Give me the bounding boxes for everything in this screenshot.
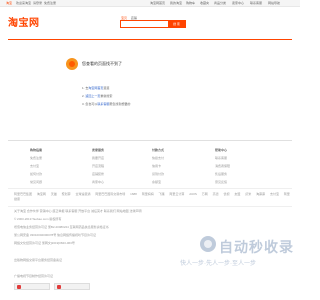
column-link[interactable]: 联系客服 <box>215 154 230 162</box>
watermark-title: 自动秒收录 <box>219 239 294 255</box>
column-link[interactable]: 我要开店 <box>92 154 104 162</box>
topnav-seller[interactable]: 卖家中心 <box>232 1 244 5</box>
partner-link[interactable]: 天猫 <box>51 192 57 196</box>
column-heading: 付款方式 <box>152 148 165 152</box>
partner-link[interactable]: 阿里巴巴国际交易市场 <box>95 192 125 196</box>
login-link[interactable]: 请登录 <box>33 1 42 5</box>
partner-link[interactable]: 万网 <box>202 192 208 196</box>
watermark-subtitle: 快人一步·先人一步·至人一步 <box>180 261 256 267</box>
topnav-mytaobao[interactable]: 我的淘宝 <box>170 1 182 5</box>
column-heading: 卖家服务 <box>92 148 105 152</box>
topnav-service[interactable]: 联系客服 <box>250 1 262 5</box>
search-box: 搜 索 <box>120 20 186 28</box>
legal-line: 广播电视节目制作经营许可证 <box>14 274 54 278</box>
partner-link[interactable]: 支付宝 <box>270 192 279 196</box>
topnav-home[interactable]: 淘宝网首页 <box>150 1 165 5</box>
topnav-sitemap[interactable]: 网站导航 <box>268 1 280 5</box>
column-link[interactable]: 免费注册 <box>30 154 42 162</box>
partner-link[interactable]: 全球速卖通 <box>75 192 90 196</box>
partner-link[interactable]: 高德 <box>213 192 219 196</box>
partner-link[interactable]: 阿里妈妈 <box>142 192 154 196</box>
partner-link[interactable]: 阿里巴巴集团 <box>14 192 32 196</box>
partner-link[interactable]: 阿里云计算 <box>169 192 184 196</box>
search-button[interactable]: 搜 索 <box>168 21 185 27</box>
column-link[interactable]: 店铺装修 <box>92 170 104 178</box>
partner-link[interactable]: 1688 <box>130 192 137 196</box>
partner-link[interactable]: AliOS <box>189 192 197 196</box>
search-input[interactable] <box>122 22 166 27</box>
suggestion-text: 逛逛 <box>103 86 110 90</box>
column-link[interactable]: 信用卡 <box>152 162 164 170</box>
back-link[interactable]: 返回上一页 <box>85 94 100 98</box>
footer-divider <box>8 206 292 207</box>
column-link[interactable]: 消费者保障 <box>215 162 230 170</box>
footer-column-payment: 付款方式 快捷支付 信用卡 货到付款 余额宝 <box>152 146 164 186</box>
topnav-favorites[interactable]: 收藏夹 <box>200 1 209 5</box>
topnav-categories[interactable]: 商品分类 <box>214 1 226 5</box>
home-link[interactable]: 淘宝网首页 <box>88 86 103 90</box>
watermark-logo-icon <box>200 236 216 252</box>
topbar-brand[interactable]: 淘宝 <box>6 1 12 5</box>
column-link[interactable]: 售后服务 <box>215 170 230 178</box>
register-link[interactable]: 免费注册 <box>44 1 56 5</box>
column-link[interactable]: 意见反馈 <box>215 178 230 186</box>
suggestion-3: 3. 您也可以联系客服帮您找到想要的 <box>82 102 130 106</box>
partner-link[interactable]: 飞猪 <box>159 192 165 196</box>
certificate-badge[interactable] <box>14 283 50 290</box>
partner-link[interactable]: 淘票票 <box>256 192 265 196</box>
partner-link[interactable]: 虾米 <box>245 192 251 196</box>
partner-link[interactable]: 友盟 <box>234 192 240 196</box>
column-link[interactable]: 常见问题 <box>30 178 42 186</box>
top-bar: 淘宝 欢迎来淘宝 请登录 免费注册 淘宝网首页 我的淘宝 购物车 收藏夹 商品分… <box>0 0 300 7</box>
footer-column-help: 帮助中心 联系客服 消费者保障 售后服务 意见反馈 <box>215 146 230 186</box>
column-link[interactable]: 快捷支付 <box>152 154 164 162</box>
certificate-badge[interactable] <box>54 283 90 290</box>
footer-column-guide: 购物指南 免费注册 支付宝 如何付款 常见问题 <box>30 146 42 186</box>
partner-links: 阿里巴巴集团 淘宝网 天猫 聚划算 全球速卖通 阿里巴巴国际交易市场 1688 … <box>14 192 290 202</box>
column-link[interactable]: 如何付款 <box>30 170 42 178</box>
legal-line: © 2003-2019 Taobao.com 版权所有 <box>14 217 62 221</box>
column-link[interactable]: 商家中心 <box>92 178 104 186</box>
partner-link[interactable]: 优视 <box>224 192 230 196</box>
footer-column-seller: 卖家服务 我要开店 开店流程 店铺装修 商家中心 <box>92 146 104 186</box>
column-link[interactable]: 余额宝 <box>152 178 164 186</box>
suggestion-1: 1. 去淘宝网首页逛逛 <box>82 86 109 90</box>
footer-divider <box>8 188 292 189</box>
taobao-logo[interactable]: 淘宝网 <box>8 14 40 29</box>
column-link[interactable]: 货到付款 <box>152 170 164 178</box>
suggestion-text: 3. 您也可以 <box>82 102 98 106</box>
column-link[interactable]: 支付宝 <box>30 162 42 170</box>
column-heading: 帮助中心 <box>215 148 228 152</box>
legal-line: 增值电信业务经营许可证 浙B2-20080224 互联网药品信息服务资格证书 <box>14 225 109 229</box>
suggestion-2: 2. 返回上一页重新搜索 <box>82 94 112 98</box>
partner-link[interactable]: 聚划算 <box>62 192 71 196</box>
topnav-cart[interactable]: 购物车 <box>186 1 195 5</box>
service-link[interactable]: 联系客服 <box>97 102 109 106</box>
column-link[interactable]: 开店流程 <box>92 162 104 170</box>
error-title: 您查看的页面找不到了 <box>82 61 122 66</box>
error-face-icon <box>66 58 78 70</box>
suggestion-text: 重新搜索 <box>100 94 113 98</box>
partner-link[interactable]: 淘宝网 <box>37 192 46 196</box>
legal-line: 关于淘宝 合作伙伴 营销中心 廉正举报 联系客服 开放平台 诚征英才 联系我们 … <box>14 209 142 213</box>
footer-divider <box>8 140 292 141</box>
topbar-welcome: 欢迎来淘宝 <box>16 1 32 5</box>
header-divider <box>8 39 292 40</box>
column-heading: 购物指南 <box>30 148 43 152</box>
suggestion-text: 帮您找到想要的 <box>109 102 131 106</box>
